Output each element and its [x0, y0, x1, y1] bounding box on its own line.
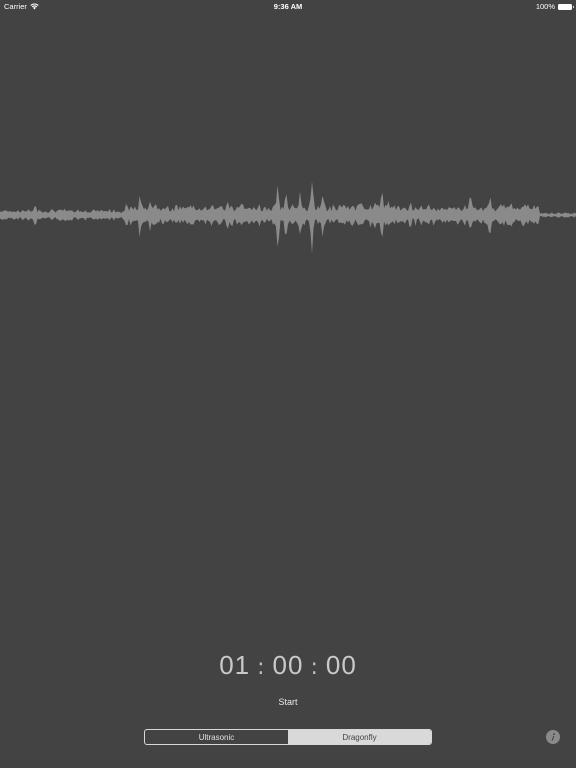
battery-percent: 100%	[535, 2, 555, 11]
timer-hours: 01	[219, 650, 251, 680]
battery-group: 100%	[535, 2, 574, 11]
info-icon	[551, 733, 555, 741]
app-screen: Carrier 9:36 AM 100% 01:00:00 Start Ultr…	[0, 0, 576, 768]
timer-separator: :	[310, 655, 319, 680]
status-bar: Carrier 9:36 AM 100%	[0, 0, 576, 12]
battery-icon	[558, 3, 574, 10]
timer-separator: :	[257, 655, 266, 680]
countdown-timer: 01:00:00	[0, 650, 576, 681]
segment-ultrasonic[interactable]: Ultrasonic	[145, 730, 288, 744]
waveform-shape	[0, 181, 576, 254]
start-button[interactable]: Start	[258, 695, 318, 709]
timer-seconds: 00	[325, 650, 357, 680]
audio-waveform	[0, 181, 576, 254]
segment-dragonfly[interactable]: Dragonfly	[288, 730, 431, 744]
timer-minutes: 00	[272, 650, 304, 680]
status-time: 9:36 AM	[273, 2, 303, 11]
mode-segmented-control: Ultrasonic Dragonfly	[144, 729, 432, 745]
info-button[interactable]	[546, 730, 560, 744]
